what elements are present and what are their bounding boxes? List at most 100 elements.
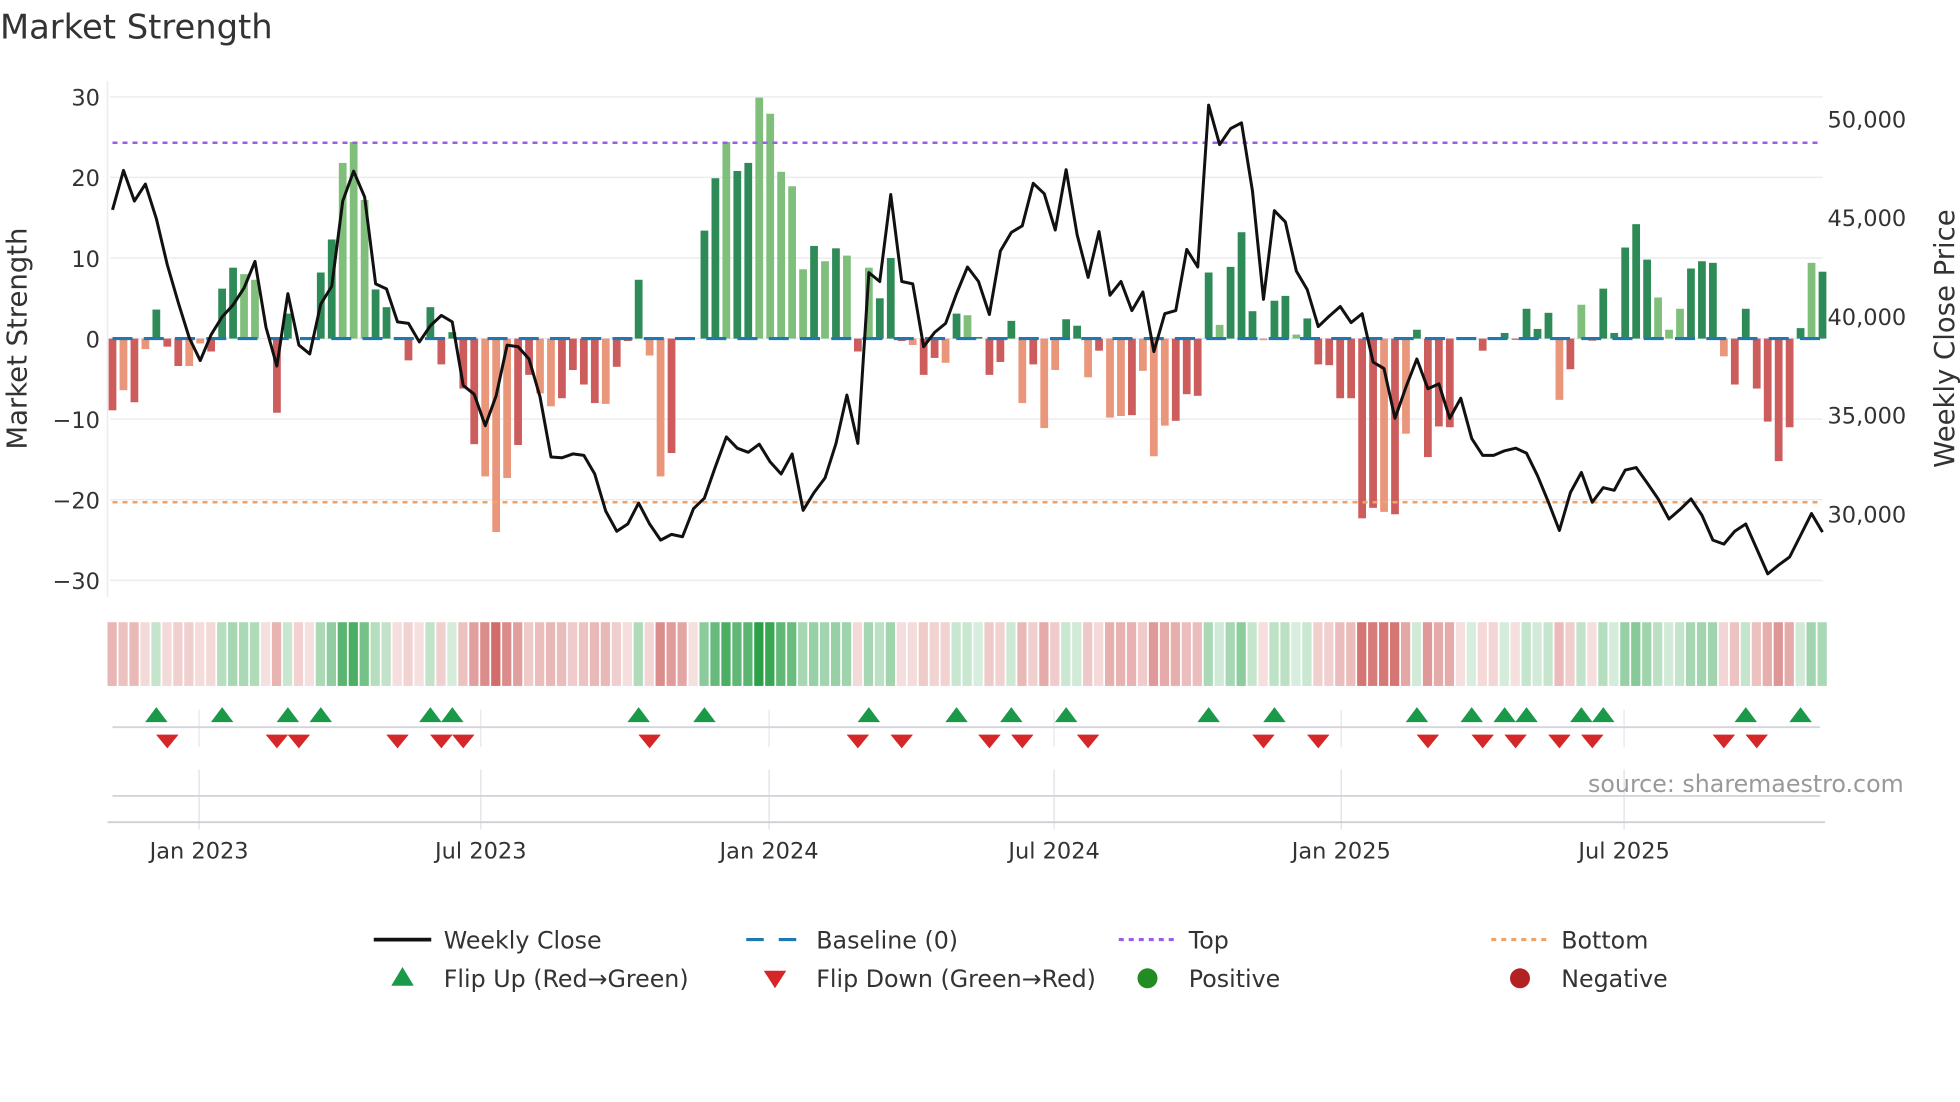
strength-bar (1259, 338, 1268, 341)
left-tick-label: 10 (71, 247, 100, 273)
flip-down-marker (430, 734, 453, 749)
strip-cell (228, 622, 238, 686)
strength-bar (590, 338, 599, 404)
strip-cell (1620, 622, 1630, 686)
strength-bar (1774, 338, 1783, 462)
strip-cell (1170, 622, 1181, 686)
strip-cell (1379, 622, 1389, 686)
strip-cell (1225, 622, 1235, 686)
strip-cell (918, 622, 928, 686)
strip-cell (1105, 622, 1115, 686)
strip-cell (1444, 622, 1455, 686)
strip-cell (414, 622, 424, 686)
strip-cell (1685, 622, 1696, 686)
strip-cell (699, 622, 709, 686)
strength-bar (174, 338, 183, 366)
strength-bar (1424, 338, 1432, 458)
flip-down-marker (1548, 734, 1571, 749)
strip-cell (217, 622, 227, 686)
strength-bar (1654, 297, 1662, 339)
strength-bar (1719, 338, 1728, 357)
strength-bar (722, 141, 731, 339)
strength-bars (108, 97, 1827, 533)
strip-cell (524, 622, 534, 686)
strip-cell (1565, 622, 1575, 686)
strength-bar (119, 338, 128, 391)
strip-cell (392, 622, 402, 686)
flip-down-marker (156, 734, 179, 749)
strip-cell (480, 622, 490, 686)
strength-bar (1413, 329, 1421, 339)
strip-cell (1587, 622, 1597, 686)
right-tick-label: 30,000 (1828, 502, 1907, 528)
strip-cell (1817, 622, 1827, 686)
strip-cell (852, 622, 863, 686)
strength-bar (514, 338, 522, 445)
legend-circle-icon (1137, 968, 1158, 989)
strip-cell (206, 622, 216, 686)
strength-bar (930, 338, 939, 358)
strength-bar (1139, 338, 1147, 371)
x-tick-label: Jul 2025 (1576, 838, 1670, 864)
strip-cell (600, 622, 611, 686)
strength-bar (1281, 295, 1290, 339)
x-tick-label: Jul 2024 (1006, 838, 1100, 864)
strip-cell (1083, 622, 1093, 686)
strip-cell (1269, 622, 1279, 686)
strip-cell (1598, 622, 1608, 686)
strength-bar (152, 309, 161, 339)
strip-cell (1159, 622, 1170, 686)
strip-cell (973, 622, 983, 686)
left-tick-label: −30 (53, 569, 100, 595)
flip-down-marker (1581, 734, 1604, 749)
strength-bar (700, 230, 709, 339)
market-strength-chart: Market Strength 30 20 10 0 −10 −20 −30 50,000 4… (0, 8, 1960, 993)
strip-cell (271, 622, 282, 686)
strength-bar (108, 338, 117, 411)
strength-bar (1687, 268, 1695, 339)
strip-cell (874, 622, 885, 686)
strength-bar (1171, 338, 1180, 421)
strength-bar (1314, 338, 1323, 365)
flip-up-marker (1592, 707, 1615, 723)
x-axis: Jan 2023 Jul 2023 Jan 2024 Jul 2024 Jan 2025… (107, 709, 1825, 864)
strength-bar (579, 338, 588, 385)
flip-up-marker (627, 707, 650, 723)
flip-up-marker (1515, 707, 1538, 723)
strength-bar (1785, 338, 1794, 428)
strip-cell (1072, 622, 1082, 686)
strip-cell (1411, 622, 1422, 686)
strength-bar (1204, 272, 1213, 339)
flip-up-marker (145, 707, 168, 723)
strip-cell (370, 622, 380, 686)
strip-cell (787, 622, 797, 686)
legend-label: Top (1188, 926, 1229, 954)
strength-bar (1325, 338, 1334, 366)
strength-bar (733, 170, 742, 339)
strip-cell (1784, 622, 1794, 686)
strip-cell (830, 622, 841, 686)
strip-cell (1346, 622, 1356, 686)
strip-cell (184, 622, 194, 686)
strength-bar (1665, 329, 1673, 339)
strength-bar (875, 298, 884, 339)
flip-down-marker (1076, 734, 1100, 749)
strength-bar (1007, 320, 1016, 339)
flip-down-marker (287, 734, 311, 749)
strip-cell (1422, 622, 1433, 686)
strength-bar (371, 289, 380, 339)
strength-bar (1621, 247, 1630, 339)
strength-bar (382, 307, 391, 339)
strip-cell (863, 622, 874, 686)
strip-cell (1006, 622, 1016, 686)
strength-bar (810, 245, 818, 339)
strength-bar (481, 338, 490, 477)
strip-cell (1696, 622, 1707, 686)
strip-cell (359, 622, 369, 686)
strip-cell (611, 622, 621, 686)
strength-bar (601, 338, 610, 404)
strip-cell (491, 622, 501, 686)
strip-cell (1148, 622, 1159, 686)
strength-heat-strip (107, 622, 1827, 686)
flip-down-marker (1416, 734, 1440, 749)
